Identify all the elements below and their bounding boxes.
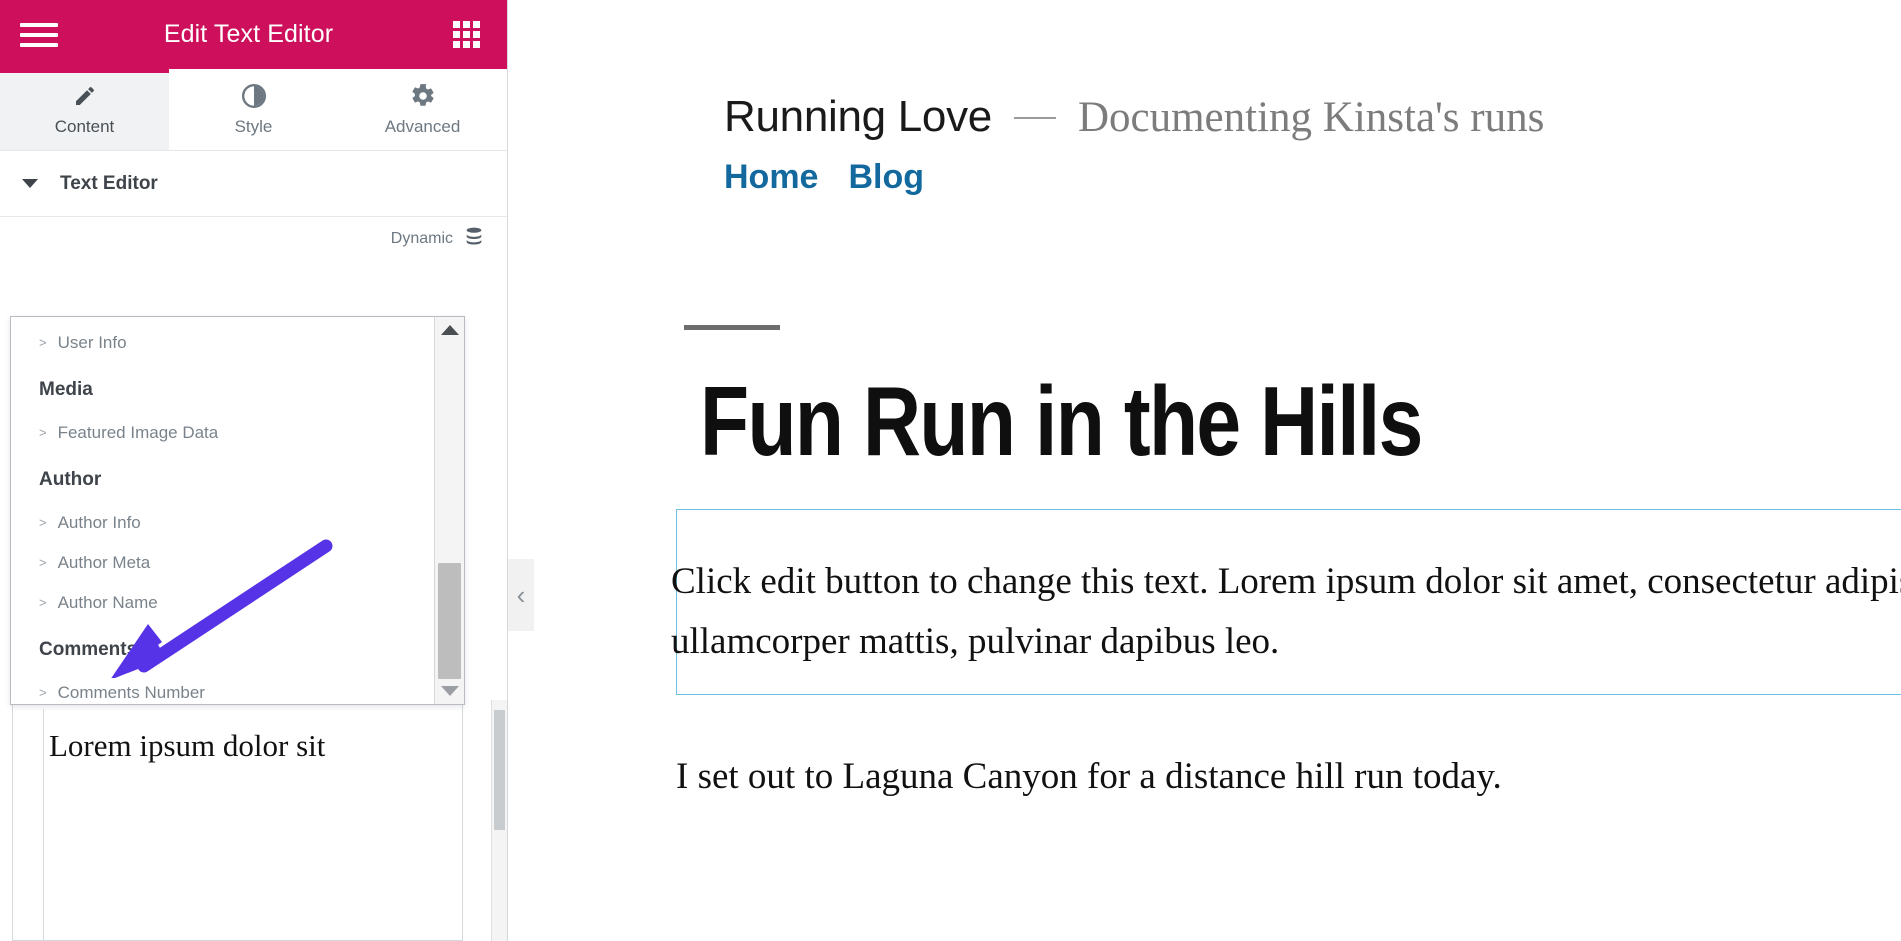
list-item-label: Comments Number (57, 683, 205, 702)
nav-link-home[interactable]: Home (724, 158, 818, 197)
panel-title: Edit Text Editor (163, 20, 334, 48)
list-item[interactable]: > Comments Number (11, 673, 434, 704)
dynamic-label: Dynamic (390, 230, 453, 247)
chevron-left-icon: ‹ (516, 580, 526, 610)
triangle-up-icon[interactable] (435, 317, 464, 343)
site-nav: Home Blog (724, 158, 1901, 197)
preview-canvas: Running Love Documenting Kinsta's runs H… (508, 0, 1901, 941)
list-item-label: User Info (57, 333, 127, 352)
elementor-panel: Edit Text Editor Content Style Advanced … (0, 0, 508, 941)
widget-text-line-1: Click edit button to change this text. L… (671, 560, 1901, 602)
site-title-separator (1013, 117, 1056, 119)
site-tagline: Documenting Kinsta's runs (1077, 94, 1545, 141)
list-item[interactable]: > Author Info (11, 503, 434, 543)
dynamic-tag-row: Dynamic (0, 217, 507, 261)
list-item-label: Featured Image Data (57, 423, 219, 442)
chevron-right-icon: > (39, 555, 47, 570)
tab-style[interactable]: Style (169, 69, 338, 150)
post-wrap: Fun Run in the Hills Click edit button t… (508, 325, 1901, 806)
section-title: Text Editor (60, 172, 158, 194)
contrast-icon (241, 83, 267, 109)
list-item[interactable]: > User Info (11, 323, 434, 363)
group-title-author: Author (39, 469, 102, 490)
dynamic-tags-dropdown: > Shortcode > User Info Media > Featured… (10, 316, 465, 705)
dropdown-scrollbar[interactable] (434, 317, 464, 704)
panel-tabs: Content Style Advanced (0, 69, 507, 151)
chevron-down-icon[interactable] (22, 179, 38, 188)
panel-scrollbar[interactable] (491, 700, 507, 941)
chevron-right-icon: > (39, 685, 47, 700)
list-item[interactable]: > Author Name (11, 583, 434, 623)
elementor-editor: Edit Text Editor Content Style Advanced … (0, 0, 1901, 941)
chevron-right-icon: > (39, 425, 47, 440)
dropdown-scrollbar-thumb[interactable] (438, 563, 461, 679)
chevron-right-icon: > (39, 335, 47, 350)
site-title[interactable]: Running Love (724, 92, 992, 142)
panel-collapse-handle[interactable]: ‹ (508, 559, 534, 631)
grid-icon[interactable] (453, 20, 481, 49)
tab-style-label: Style (234, 116, 273, 136)
tab-advanced[interactable]: Advanced (338, 69, 507, 150)
chevron-right-icon: > (39, 595, 47, 610)
tab-content[interactable]: Content (0, 69, 169, 150)
post-divider (684, 325, 780, 330)
dynamic-tags-list: > Shortcode > User Info Media > Featured… (11, 317, 434, 704)
section-header-text-editor[interactable]: Text Editor (0, 151, 507, 217)
panel-scrollbar-thumb[interactable] (494, 710, 505, 830)
text-editor-value: Lorem ipsum dolor sit (49, 728, 326, 763)
group-title-media: Media (39, 379, 93, 400)
chevron-right-icon: > (39, 515, 47, 530)
triangle-down-icon[interactable] (435, 678, 464, 704)
tab-advanced-label: Advanced (384, 116, 461, 136)
nav-link-blog[interactable]: Blog (848, 158, 924, 197)
group-title-comments: Comments (39, 639, 138, 660)
pencil-icon (73, 83, 97, 109)
tab-content-label: Content (54, 116, 115, 136)
list-item[interactable]: > Featured Image Data (11, 413, 434, 453)
list-item-label: Author Meta (57, 553, 151, 572)
text-editor-widget[interactable]: Click edit button to change this text. L… (671, 508, 1901, 695)
post-title[interactable]: Fun Run in the Hills (700, 370, 1685, 473)
site-header: Running Love Documenting Kinsta's runs H… (508, 0, 1901, 197)
list-item-label: Author Info (57, 513, 141, 532)
gear-icon (410, 83, 436, 109)
text-editor-textarea[interactable]: Lorem ipsum dolor sit (12, 700, 463, 941)
panel-header: Edit Text Editor (0, 0, 507, 69)
site-branding: Running Love Documenting Kinsta's runs (724, 92, 1901, 142)
editor-gutter-rule (43, 709, 44, 940)
widget-text-line-2: ullamcorper mattis, pulvinar dapibus leo… (671, 620, 1280, 662)
list-item-label: Author Name (57, 593, 158, 612)
list-item[interactable]: > Author Meta (11, 543, 434, 583)
post-body-text: I set out to Laguna Canyon for a distanc… (676, 755, 1502, 797)
database-icon[interactable] (463, 226, 485, 253)
